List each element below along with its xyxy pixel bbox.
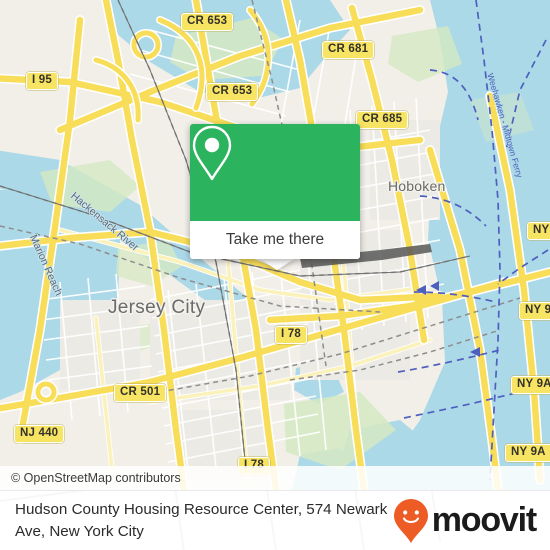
route-shield-cr501[interactable]: CR 501 bbox=[114, 384, 167, 402]
route-shield-ny9a-a[interactable]: NY 9A bbox=[511, 376, 550, 394]
route-shield-cr653-a[interactable]: CR 653 bbox=[181, 13, 234, 31]
popup-pointer bbox=[258, 258, 296, 270]
location-title: Hudson County Housing Resource Center, 5… bbox=[15, 500, 388, 540]
route-shield-cr685[interactable]: CR 685 bbox=[356, 111, 409, 129]
screenshot-root: Jersey City Hoboken Marion Reach Hackens… bbox=[0, 0, 550, 550]
route-shield-i95[interactable]: I 95 bbox=[26, 72, 58, 90]
route-shield-ny9[interactable]: NY 9 bbox=[519, 302, 550, 320]
moovit-logo[interactable]: moovit bbox=[393, 498, 537, 544]
route-shield-i78-a[interactable]: I 78 bbox=[275, 326, 307, 344]
take-me-there-button[interactable]: Take me there bbox=[190, 221, 360, 259]
route-shield-cr681[interactable]: CR 681 bbox=[322, 41, 375, 59]
route-shield-ny[interactable]: NY bbox=[527, 222, 550, 240]
popup-header bbox=[190, 124, 360, 221]
route-shield-cr653-b[interactable]: CR 653 bbox=[206, 83, 259, 101]
footer-bar: Hudson County Housing Resource Center, 5… bbox=[0, 490, 550, 550]
location-popup-card[interactable]: Take me there bbox=[190, 124, 360, 259]
place-label-hoboken: Hoboken bbox=[388, 178, 446, 194]
route-shield-nj440[interactable]: NJ 440 bbox=[14, 425, 65, 443]
map-pin-icon bbox=[192, 125, 232, 181]
map-attribution: © OpenStreetMap contributors bbox=[0, 466, 550, 490]
moovit-wordmark: moovit bbox=[431, 501, 537, 539]
moovit-smiley-pin-icon bbox=[393, 498, 428, 543]
place-label-jersey-city: Jersey City bbox=[108, 297, 206, 318]
route-shield-ny9a-b[interactable]: NY 9A bbox=[505, 444, 550, 462]
map-canvas[interactable]: Jersey City Hoboken Marion Reach Hackens… bbox=[0, 0, 550, 490]
